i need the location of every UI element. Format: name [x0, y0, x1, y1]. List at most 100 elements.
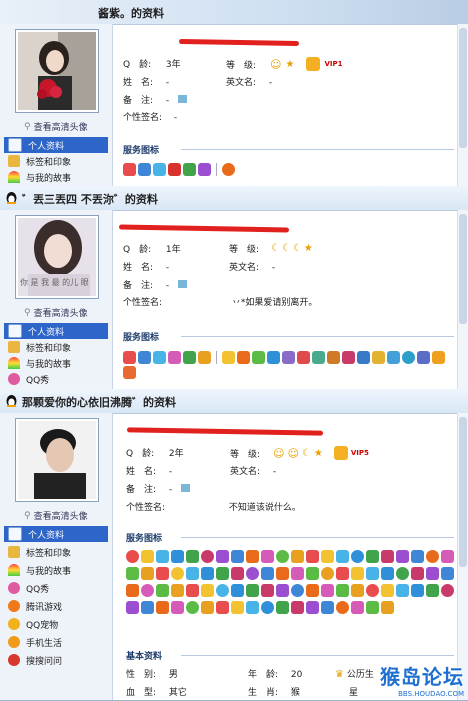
purple-diamond-icon[interactable] — [198, 163, 211, 176]
service-icon[interactable] — [381, 601, 394, 614]
service-icon[interactable] — [231, 584, 244, 597]
service-icon[interactable] — [216, 550, 229, 563]
nav-tencent-games[interactable]: 腾讯游戏 — [4, 598, 108, 614]
service-icon[interactable] — [246, 584, 259, 597]
diamond-cyan-icon[interactable] — [153, 351, 166, 364]
nav-tags[interactable]: 标签和印象 — [4, 544, 108, 560]
service-icon[interactable] — [351, 550, 364, 563]
star-service-icon[interactable] — [222, 351, 235, 364]
service-icon[interactable] — [291, 584, 304, 597]
service-icon[interactable] — [441, 550, 454, 563]
view-hd-avatar-link[interactable]: ⚲ 查看高清头像 — [24, 120, 88, 134]
service-icon[interactable] — [171, 550, 184, 563]
view-hd-avatar-link[interactable]: ⚲ 查看高清头像 — [24, 306, 88, 320]
service-icon[interactable] — [156, 584, 169, 597]
service-icon[interactable] — [351, 584, 364, 597]
nav-tags[interactable]: 标签和印象 — [4, 153, 108, 169]
gift-icon[interactable] — [342, 351, 355, 364]
service-icon[interactable] — [276, 550, 289, 563]
service-icon[interactable] — [261, 550, 274, 563]
service-icon[interactable] — [261, 584, 274, 597]
service-icon[interactable] — [201, 601, 214, 614]
service-icon[interactable] — [336, 601, 349, 614]
nav-soso-wenwen[interactable]: 搜搜问问 — [4, 652, 108, 668]
qq-tag-icon[interactable] — [222, 163, 235, 176]
service-icon[interactable] — [216, 601, 229, 614]
service-icon[interactable] — [321, 550, 334, 563]
service-icon[interactable] — [126, 550, 139, 563]
service-icon[interactable] — [396, 550, 409, 563]
service-icon[interactable] — [156, 601, 169, 614]
service-icon[interactable] — [291, 550, 304, 563]
service-icon[interactable] — [261, 601, 274, 614]
service-icon[interactable] — [156, 550, 169, 563]
service-icon[interactable] — [171, 601, 184, 614]
nav-personal-info[interactable]: 个人资料 — [4, 137, 108, 153]
zone-icon[interactable] — [267, 351, 280, 364]
avatar[interactable]: 你 是 我 最 的儿 眼 — [15, 215, 99, 299]
service-icon[interactable] — [141, 601, 154, 614]
service-icon[interactable] — [231, 567, 244, 580]
edit-icon[interactable] — [178, 280, 187, 288]
service-icon[interactable] — [336, 584, 349, 597]
view-hd-avatar-link[interactable]: ⚲ 查看高清头像 — [24, 509, 88, 523]
avatar[interactable] — [15, 418, 99, 502]
service-icon[interactable] — [186, 550, 199, 563]
edit-icon[interactable] — [178, 95, 187, 103]
service-icon[interactable] — [381, 584, 394, 597]
nav-story[interactable]: 与我的故事 — [4, 355, 108, 371]
service-icon[interactable] — [186, 601, 199, 614]
service-icon[interactable] — [396, 567, 409, 580]
service-icon[interactable] — [426, 584, 439, 597]
service-icon[interactable] — [396, 584, 409, 597]
service-icon[interactable] — [126, 601, 139, 614]
service-icon[interactable] — [426, 550, 439, 563]
service-icon[interactable] — [411, 584, 424, 597]
service-icon[interactable] — [246, 550, 259, 563]
diamond-cyan-icon[interactable] — [153, 163, 166, 176]
book-icon[interactable] — [357, 351, 370, 364]
nav-qq-pet[interactable]: QQ宠物 — [4, 616, 108, 632]
scrollbar[interactable] — [457, 413, 468, 700]
service-icon[interactable] — [321, 567, 334, 580]
service-icon[interactable] — [306, 584, 319, 597]
service-icon[interactable] — [156, 567, 169, 580]
service-icon[interactable] — [276, 567, 289, 580]
red-badge-icon[interactable] — [168, 163, 181, 176]
heart-icon[interactable] — [123, 163, 136, 176]
service-icon[interactable] — [171, 567, 184, 580]
service-icon[interactable] — [141, 584, 154, 597]
scrollbar[interactable] — [457, 24, 468, 186]
service-icon[interactable] — [336, 550, 349, 563]
green-diamond-icon[interactable] — [183, 351, 196, 364]
service-icon[interactable] — [231, 550, 244, 563]
service-icon[interactable] — [366, 567, 379, 580]
service-icon[interactable] — [381, 567, 394, 580]
service-icon[interactable] — [441, 567, 454, 580]
scrollbar[interactable] — [457, 210, 468, 389]
nav-story[interactable]: 与我的故事 — [4, 169, 108, 185]
app-icon[interactable] — [282, 351, 295, 364]
service-icon[interactable] — [306, 550, 319, 563]
diamond-blue-icon[interactable] — [138, 163, 151, 176]
service-icon[interactable] — [291, 601, 304, 614]
service-icon[interactable] — [411, 550, 424, 563]
service-icon[interactable] — [441, 584, 454, 597]
service-icon[interactable] — [366, 601, 379, 614]
pink-diamond-icon[interactable] — [168, 351, 181, 364]
title-bar[interactable]: 酱紫。的资料 — [0, 0, 468, 25]
service-icon[interactable] — [126, 567, 139, 580]
globe-icon[interactable] — [402, 351, 415, 364]
service-icon[interactable] — [276, 584, 289, 597]
service-icon[interactable] — [246, 567, 259, 580]
nav-story[interactable]: 与我的故事 — [4, 562, 108, 578]
service-icon[interactable] — [321, 584, 334, 597]
farm-icon[interactable] — [327, 351, 340, 364]
music-icon[interactable] — [198, 351, 211, 364]
title-bar[interactable]: 那颗爱你的心依旧沸腾゛的资料 — [0, 389, 468, 414]
tool-icon[interactable] — [417, 351, 430, 364]
service-icon[interactable] — [351, 601, 364, 614]
nav-personal-info[interactable]: 个人资料 — [4, 323, 108, 339]
service-icon[interactable] — [231, 601, 244, 614]
service-icon[interactable] — [321, 601, 334, 614]
